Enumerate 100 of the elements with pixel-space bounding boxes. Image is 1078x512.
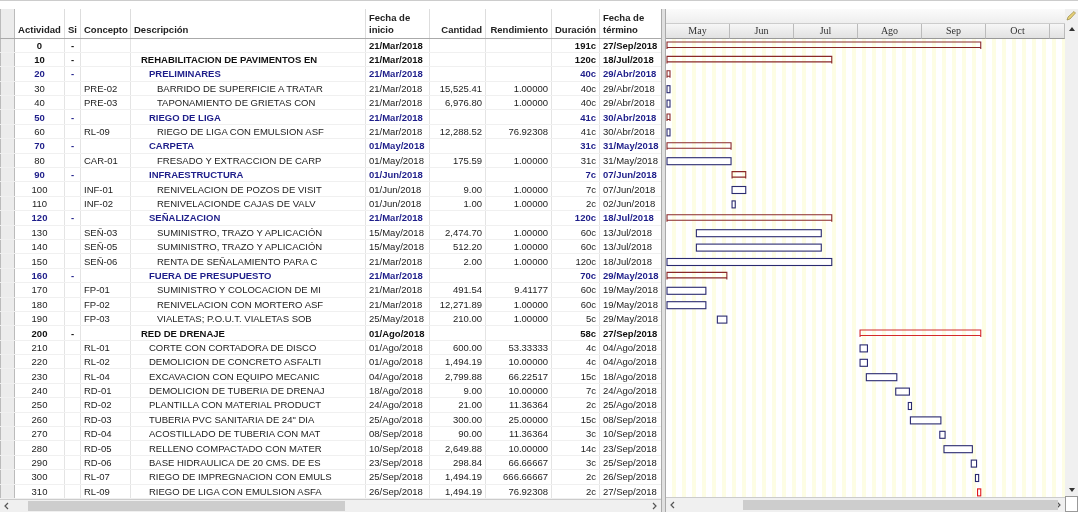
table-cell bbox=[429, 66, 486, 82]
table-cell: 1.00000 bbox=[485, 239, 552, 254]
task-bar[interactable] bbox=[907, 401, 913, 410]
task-bar[interactable] bbox=[666, 257, 833, 266]
table-cell bbox=[80, 66, 131, 82]
summary-bar[interactable] bbox=[731, 170, 747, 180]
table-cell: SEÑ-05 bbox=[80, 239, 131, 254]
summary-bar[interactable] bbox=[666, 113, 671, 122]
task-bar[interactable] bbox=[895, 387, 910, 396]
table-cell bbox=[429, 167, 486, 182]
table-cell: DEMOLICION DE TUBERIA DE DRENAJ bbox=[130, 383, 366, 398]
table-cell: 53.33333 bbox=[485, 340, 552, 355]
table-cell: 3c bbox=[551, 455, 600, 470]
table-cell: 1.00000 bbox=[485, 95, 552, 110]
column-header[interactable]: Descripción bbox=[130, 9, 366, 38]
table-cell bbox=[485, 325, 552, 341]
task-bar[interactable] bbox=[731, 200, 736, 209]
table-cell: 11.36364 bbox=[485, 397, 552, 413]
task-bar[interactable] bbox=[974, 473, 980, 482]
column-header[interactable]: Rendimiento bbox=[485, 9, 552, 38]
table-cell bbox=[429, 138, 486, 154]
table-cell: - bbox=[64, 138, 81, 154]
pencil-icon[interactable] bbox=[1066, 11, 1076, 21]
task-bar[interactable] bbox=[666, 286, 707, 295]
table-cell: 21/Mar/2018 bbox=[365, 81, 430, 96]
table-cell: 12,271.89 bbox=[429, 297, 486, 312]
task-bar[interactable] bbox=[865, 373, 898, 382]
column-header[interactable]: Duración bbox=[551, 9, 600, 38]
scroll-up-icon[interactable] bbox=[1067, 26, 1076, 32]
table-cell: 10 bbox=[14, 52, 65, 67]
table-cell: 60c bbox=[551, 239, 600, 254]
table-cell: 160 bbox=[14, 268, 65, 283]
table-cell: 25/May/2018 bbox=[365, 311, 430, 326]
column-header[interactable]: Fecha de término bbox=[599, 9, 662, 38]
task-bar[interactable] bbox=[859, 344, 868, 353]
column-header[interactable]: Fecha de inicio bbox=[365, 9, 430, 38]
table-cell bbox=[64, 124, 81, 139]
task-bar[interactable] bbox=[859, 358, 868, 367]
summary-bar[interactable] bbox=[666, 70, 671, 79]
table-cell: 2c bbox=[551, 469, 600, 485]
table-cell: 9.41177 bbox=[485, 282, 552, 298]
scroll-left-icon[interactable] bbox=[669, 501, 677, 510]
summary-bar[interactable] bbox=[666, 55, 833, 64]
table-cell bbox=[429, 38, 486, 53]
table-cell: 21/Mar/2018 bbox=[365, 38, 430, 53]
table-cell: SUMINISTRO, TRAZO Y APLICACIÓN bbox=[130, 225, 366, 240]
table-cell: FUERA DE PRESUPUESTO bbox=[130, 268, 366, 283]
table-cell bbox=[80, 210, 131, 226]
scroll-down-icon[interactable] bbox=[1067, 487, 1076, 493]
scroll-thumb[interactable] bbox=[743, 500, 1059, 511]
task-bar[interactable] bbox=[666, 157, 732, 166]
task-bar[interactable] bbox=[939, 430, 946, 439]
table-cell bbox=[64, 311, 81, 326]
task-bar[interactable] bbox=[731, 185, 747, 194]
task-bar[interactable] bbox=[970, 459, 978, 468]
task-bar[interactable] bbox=[943, 445, 973, 454]
table-cell: VIALETAS; P.O.U.T. VIALETAS SOB bbox=[130, 311, 366, 326]
summary-bar[interactable] bbox=[666, 142, 732, 151]
table-cell: DEMOLICION DE CONCRETO ASFALTI bbox=[130, 354, 366, 369]
task-bar[interactable] bbox=[909, 416, 942, 425]
table-cell: 120 bbox=[14, 210, 65, 226]
table-cell: RD-02 bbox=[80, 397, 131, 413]
table-cell: 2c bbox=[551, 484, 600, 499]
horizontal-scrollbar[interactable] bbox=[0, 499, 661, 512]
task-bar[interactable] bbox=[716, 315, 728, 324]
summary-bar[interactable] bbox=[666, 214, 833, 223]
table-cell: 0 bbox=[14, 38, 65, 53]
table-cell: RIEGO DE IMPREGNACION CON EMULS bbox=[130, 469, 366, 485]
table-cell: 666.66667 bbox=[485, 469, 552, 485]
table-cell: CAR-01 bbox=[80, 153, 131, 168]
table-cell bbox=[64, 81, 81, 96]
table-cell bbox=[64, 426, 81, 441]
table-cell: SEÑ-06 bbox=[80, 253, 131, 269]
table-cell: 21/Mar/2018 bbox=[365, 268, 430, 283]
summary-bar[interactable] bbox=[859, 329, 982, 338]
task-bar[interactable] bbox=[666, 301, 707, 310]
column-header[interactable]: Actividad bbox=[14, 9, 65, 38]
table-cell: 175.59 bbox=[429, 153, 486, 168]
task-bar[interactable] bbox=[695, 229, 822, 238]
scroll-thumb[interactable] bbox=[28, 501, 345, 511]
table-cell: 76.92308 bbox=[485, 124, 552, 139]
table-cell: INF-02 bbox=[80, 196, 131, 211]
table-cell: 21/Mar/2018 bbox=[365, 109, 430, 125]
horizontal-scrollbar[interactable] bbox=[666, 497, 1065, 512]
table-cell: 15/May/2018 bbox=[365, 239, 430, 254]
summary-bar[interactable] bbox=[666, 41, 982, 50]
table-cell: 1.00000 bbox=[485, 153, 552, 168]
table-cell: RIEGO DE LIGA bbox=[130, 109, 366, 125]
scroll-left-icon[interactable] bbox=[3, 502, 11, 510]
table-cell: 1,494.19 bbox=[429, 484, 486, 499]
table-cell: 40c bbox=[551, 95, 600, 110]
summary-bar[interactable] bbox=[666, 271, 728, 280]
scroll-right-icon[interactable] bbox=[650, 502, 658, 510]
column-header[interactable]: Cantidad bbox=[429, 9, 486, 38]
table-cell: 21/Mar/2018 bbox=[365, 282, 430, 298]
table-cell: 31c bbox=[551, 138, 600, 154]
table-cell: RL-09 bbox=[80, 124, 131, 139]
column-header[interactable]: Concepto bbox=[80, 9, 131, 38]
table-cell: 300 bbox=[14, 469, 65, 485]
table-cell: RL-02 bbox=[80, 354, 131, 369]
